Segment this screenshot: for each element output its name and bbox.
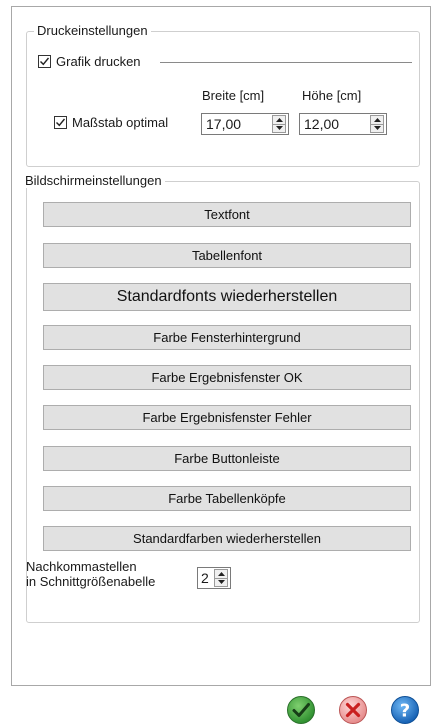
print-graphic-checkbox[interactable]: Grafik drucken xyxy=(38,54,141,69)
width-spinbox[interactable]: 17,00 xyxy=(201,113,289,135)
scale-optimal-check-icon xyxy=(54,116,67,129)
decimals-spin-buttons xyxy=(214,569,228,587)
print-graphic-check-icon xyxy=(38,55,51,68)
decimals-decrement-icon[interactable] xyxy=(215,579,227,587)
width-increment-icon[interactable] xyxy=(273,116,285,125)
scale-optimal-checkbox[interactable]: Maßstab optimal xyxy=(54,115,168,130)
decimals-label-line1: Nachkommastellen xyxy=(26,559,137,574)
decimals-label-line2: in Schnittgrößenabelle xyxy=(26,574,156,589)
screen-settings-title: Bildschirmeinstellungen xyxy=(22,173,165,188)
textfont-button[interactable]: Textfont xyxy=(43,202,411,227)
width-spin-buttons xyxy=(272,115,286,133)
ok-check-icon[interactable] xyxy=(286,695,316,725)
button-bar-color-button[interactable]: Farbe Buttonleiste xyxy=(43,446,411,471)
decimals-increment-icon[interactable] xyxy=(215,570,227,579)
result-window-error-color-button[interactable]: Farbe Ergebnisfenster Fehler xyxy=(43,405,411,430)
decimals-spinbox[interactable]: 2 xyxy=(197,567,231,589)
restore-standard-colors-button[interactable]: Standardfarben wiederherstellen xyxy=(43,526,411,551)
table-font-button[interactable]: Tabellenfont xyxy=(43,243,411,268)
height-decrement-icon[interactable] xyxy=(371,125,383,133)
cancel-x-icon[interactable] xyxy=(338,695,368,725)
height-increment-icon[interactable] xyxy=(371,116,383,125)
table-header-color-button[interactable]: Farbe Tabellenköpfe xyxy=(43,486,411,511)
svg-text:?: ? xyxy=(400,701,410,722)
height-spin-buttons xyxy=(370,115,384,133)
result-window-ok-color-button[interactable]: Farbe Ergebnisfenster OK xyxy=(43,365,411,390)
print-graphic-label: Grafik drucken xyxy=(56,54,141,69)
width-value[interactable]: 17,00 xyxy=(202,116,272,132)
settings-panel: Druckeinstellungen Grafik drucken Breite… xyxy=(11,6,431,686)
height-spinbox[interactable]: 12,00 xyxy=(299,113,387,135)
scale-optimal-label: Maßstab optimal xyxy=(72,115,169,130)
print-graphic-separator xyxy=(160,62,412,63)
window-background-color-button[interactable]: Farbe Fensterhintergrund xyxy=(43,325,411,350)
print-settings-title: Druckeinstellungen xyxy=(34,23,151,38)
width-decrement-icon[interactable] xyxy=(273,125,285,133)
decimals-value[interactable]: 2 xyxy=(198,570,214,586)
help-question-icon[interactable]: ? xyxy=(390,695,420,725)
height-value[interactable]: 12,00 xyxy=(300,116,370,132)
width-column-label: Breite [cm] xyxy=(202,88,265,103)
restore-standard-fonts-button[interactable]: Standardfonts wiederherstellen xyxy=(43,283,411,311)
height-column-label: Höhe [cm] xyxy=(302,88,362,103)
decimals-label: Nachkommastellen in Schnittgrößenabelle xyxy=(26,559,155,589)
